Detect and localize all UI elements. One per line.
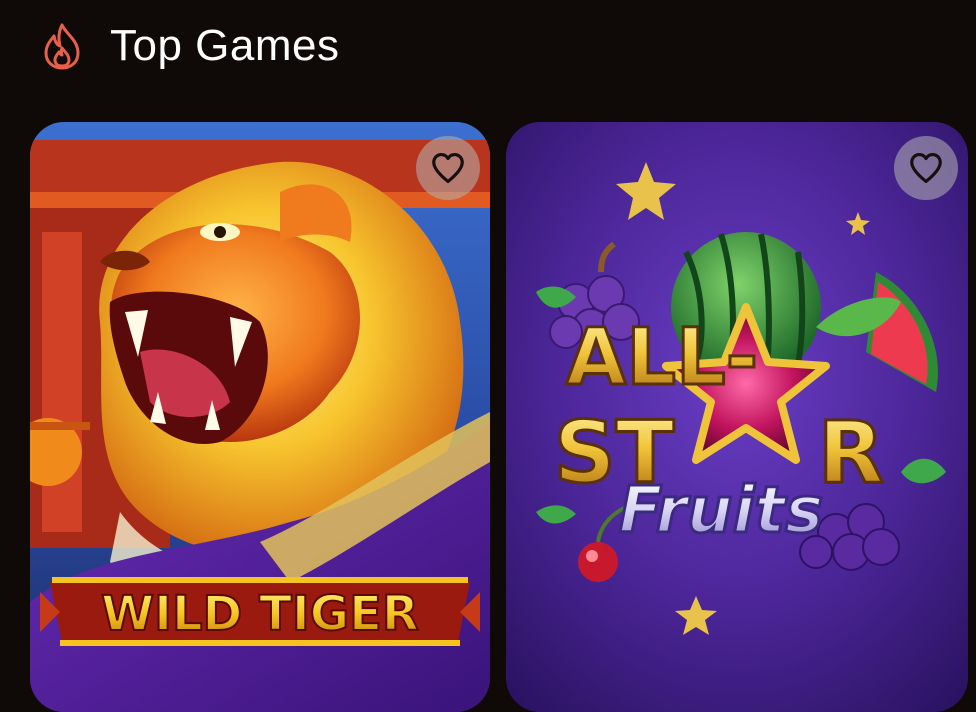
heart-outline-icon	[432, 152, 464, 184]
all-star-title-line1: ALL-	[566, 313, 758, 403]
game-card-all-star-fruits[interactable]: ALL- ST R Fruits	[506, 122, 968, 712]
fire-icon	[40, 21, 84, 71]
section-header: Top Games	[40, 18, 339, 74]
wild-tiger-artwork: WILD TIGER	[30, 122, 490, 712]
game-card-wild-tiger[interactable]: WILD TIGER	[30, 122, 490, 712]
all-star-title-line3: Fruits	[619, 474, 823, 548]
all-star-fruits-artwork: ALL- ST R Fruits	[506, 122, 968, 712]
all-star-title-line2b: R	[818, 403, 884, 503]
section-title: Top Games	[110, 21, 340, 70]
top-games-section: Top Games WILD TIGER ALL- ST R Fruits	[0, 0, 976, 712]
wild-tiger-title: WILD TIGER	[101, 586, 419, 642]
favorite-button[interactable]	[894, 136, 958, 200]
favorite-button[interactable]	[416, 136, 480, 200]
heart-outline-icon	[910, 152, 942, 184]
